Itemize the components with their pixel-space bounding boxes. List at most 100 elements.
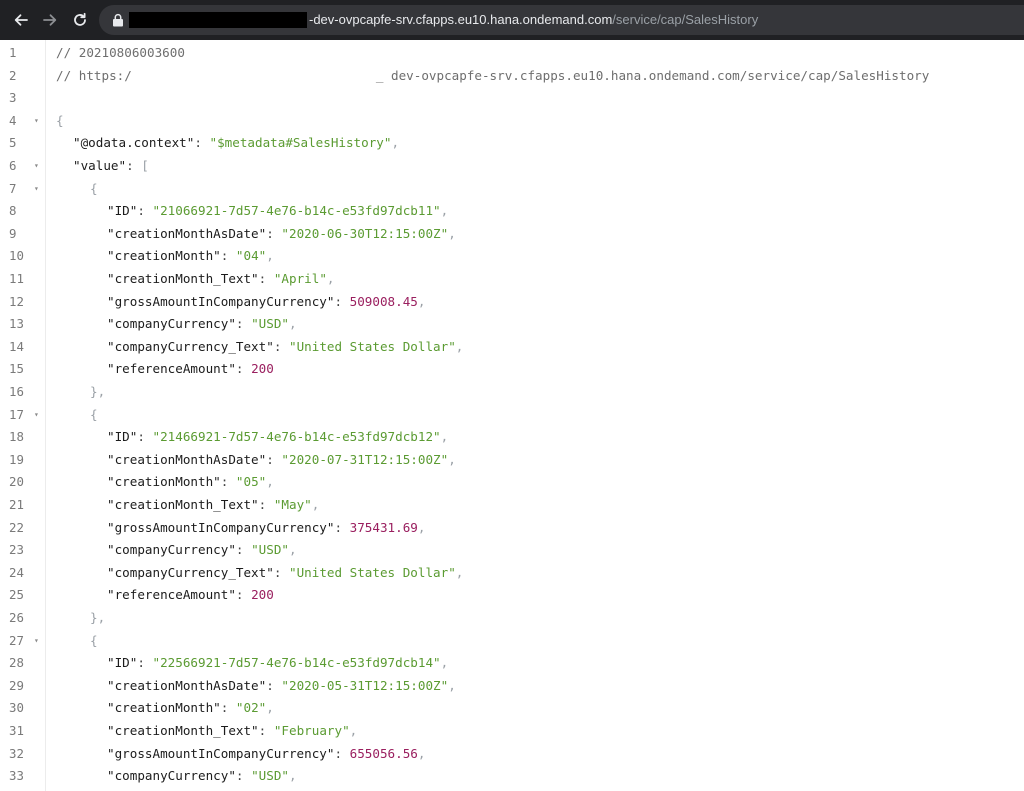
code-content: { [90,630,98,653]
reload-button[interactable] [68,8,92,32]
punctuation: , [311,497,320,512]
code-content: "value": [ [73,155,149,178]
colon: : [258,723,274,738]
punctuation: , [455,564,464,580]
json-key: "creationMonth" [107,700,221,716]
fold-toggle-icon[interactable]: ▾ [34,630,39,653]
line-number: 21 [9,497,24,512]
back-button[interactable] [9,8,33,32]
url-path: /service/cap/SalesHistory [612,12,759,27]
code-line: 26}, [0,607,1024,630]
punctuation: , [417,293,426,309]
code-content: { [90,404,98,427]
code-content: "grossAmountInCompanyCurrency": 375431.6… [107,517,425,540]
line-number: 11 [9,271,24,286]
code-content: { [56,110,64,133]
line-number: 20 [9,474,24,490]
back-arrow-icon [14,14,28,26]
reload-icon [74,12,86,26]
comment-token: // 20210806003600 [56,45,185,60]
lock-icon[interactable] [112,13,124,27]
code-content: "referenceAmount": 200 [107,584,274,607]
line-number: 1 [9,45,17,60]
fold-toggle-icon[interactable]: ▾ [34,178,39,201]
line-number: 25 [9,587,24,603]
code-line: 9 "creationMonthAsDate": "2020-06-30T12:1… [0,223,1024,246]
line-number: 3 [9,90,17,106]
code-content: "creationMonth_Text": "May", [107,494,319,517]
punctuation: }, [90,384,106,399]
string-value: "2020-07-31T12:15:00Z" [281,451,449,467]
colon: : [266,677,282,693]
line-number: 23 [9,542,24,558]
code-line: 5 "@odata.context": "$metadata#SalesHisto… [0,132,1024,155]
code-line: 19 "creationMonthAsDate": "2020-07-31T12:… [0,449,1024,472]
code-line: 31 "creationMonth_Text": "February", [0,720,1024,743]
json-key: "creationMonth_Text" [107,723,259,738]
fold-toggle-icon[interactable]: ▾ [34,155,39,178]
code-line: 2 // https:/ _ dev-ovpcapfe-srv.cfapps.eu1… [0,65,1024,88]
json-key: "companyCurrency_Text" [107,564,274,580]
code-line: 21 "creationMonth_Text": "May", [0,494,1024,517]
code-content: "creationMonthAsDate": "2020-06-30T12:15… [107,223,456,246]
code-content: { [90,178,98,201]
colon: : [220,248,236,264]
colon: : [258,497,274,512]
colon: : [137,429,153,445]
string-value: "April" [273,271,327,286]
fold-toggle-icon[interactable]: ▾ [34,404,39,427]
forward-arrow-icon [43,14,57,26]
code-line: 32 "grossAmountInCompanyCurrency": 655056… [0,743,1024,766]
punctuation: , [266,474,274,490]
punctuation: , [440,203,449,219]
line-number: 10 [9,248,24,264]
comment-token: // https:/ [56,67,132,83]
code-line: 10 "creationMonth": "04", [0,245,1024,268]
json-key: "ID" [107,655,138,671]
code-content: "creationMonth": "02", [107,697,274,720]
string-value: "USD" [251,768,289,784]
code-content: "creationMonthAsDate": "2020-05-31T12:15… [107,675,456,698]
json-key: "grossAmountInCompanyCurrency" [107,293,335,309]
punctuation: [ [141,158,149,173]
fold-toggle-icon[interactable]: ▾ [34,110,39,133]
code-content: "@odata.context": "$metadata#SalesHistor… [73,132,399,155]
line-number: 8 [9,203,17,219]
code-content: // https:/ _ dev-ovpcapfe-srv.cfapps.eu10… [56,65,929,88]
forward-button[interactable] [38,8,62,32]
address-bar[interactable]: -dev-ovpcapfe-srv.cfapps.eu10.hana.ondem… [99,5,1024,35]
code-line: 6 ▾ "value": [ [0,155,1024,178]
json-key: "ID" [107,429,138,445]
code-content: "ID": "21466921-7d57-4e76-b14c-e53fd97dc… [107,426,448,449]
number-value: 509008.45 [349,293,418,309]
json-key: "companyCurrency" [107,542,236,558]
colon: : [220,700,236,716]
punctuation: { [90,180,98,196]
colon: : [126,158,142,173]
punctuation: , [440,655,449,671]
string-value: "2020-06-30T12:15:00Z" [281,225,449,241]
json-key: "creationMonth" [107,248,221,264]
line-number: 29 [9,677,24,693]
code-line: 24 "companyCurrency_Text": "United States… [0,562,1024,585]
line-number: 19 [9,451,24,467]
code-content: // 20210806003600 [56,42,185,65]
punctuation: , [440,429,449,445]
number-value: 375431.69 [349,519,418,535]
code-content: "companyCurrency": "USD", [107,765,297,788]
code-content: "creationMonth": "04", [107,245,274,268]
line-number: 2 [9,67,17,83]
colon: : [235,587,252,603]
code-line: 14 "companyCurrency_Text": "United States… [0,336,1024,359]
line-number: 18 [9,429,24,445]
punctuation: , [448,451,456,467]
json-key: "value" [73,158,127,173]
code-content: "companyCurrency_Text": "United States D… [107,336,463,359]
code-content: "referenceAmount": 200 [107,358,274,381]
line-number: 33 [9,768,24,784]
colon: : [266,451,282,467]
code-line: 7 ▾ { [0,178,1024,201]
json-key: "companyCurrency_Text" [107,338,274,354]
punctuation: , [448,225,456,241]
code-line: 28 "ID": "22566921-7d57-4e76-b14c-e53fd97… [0,652,1024,675]
